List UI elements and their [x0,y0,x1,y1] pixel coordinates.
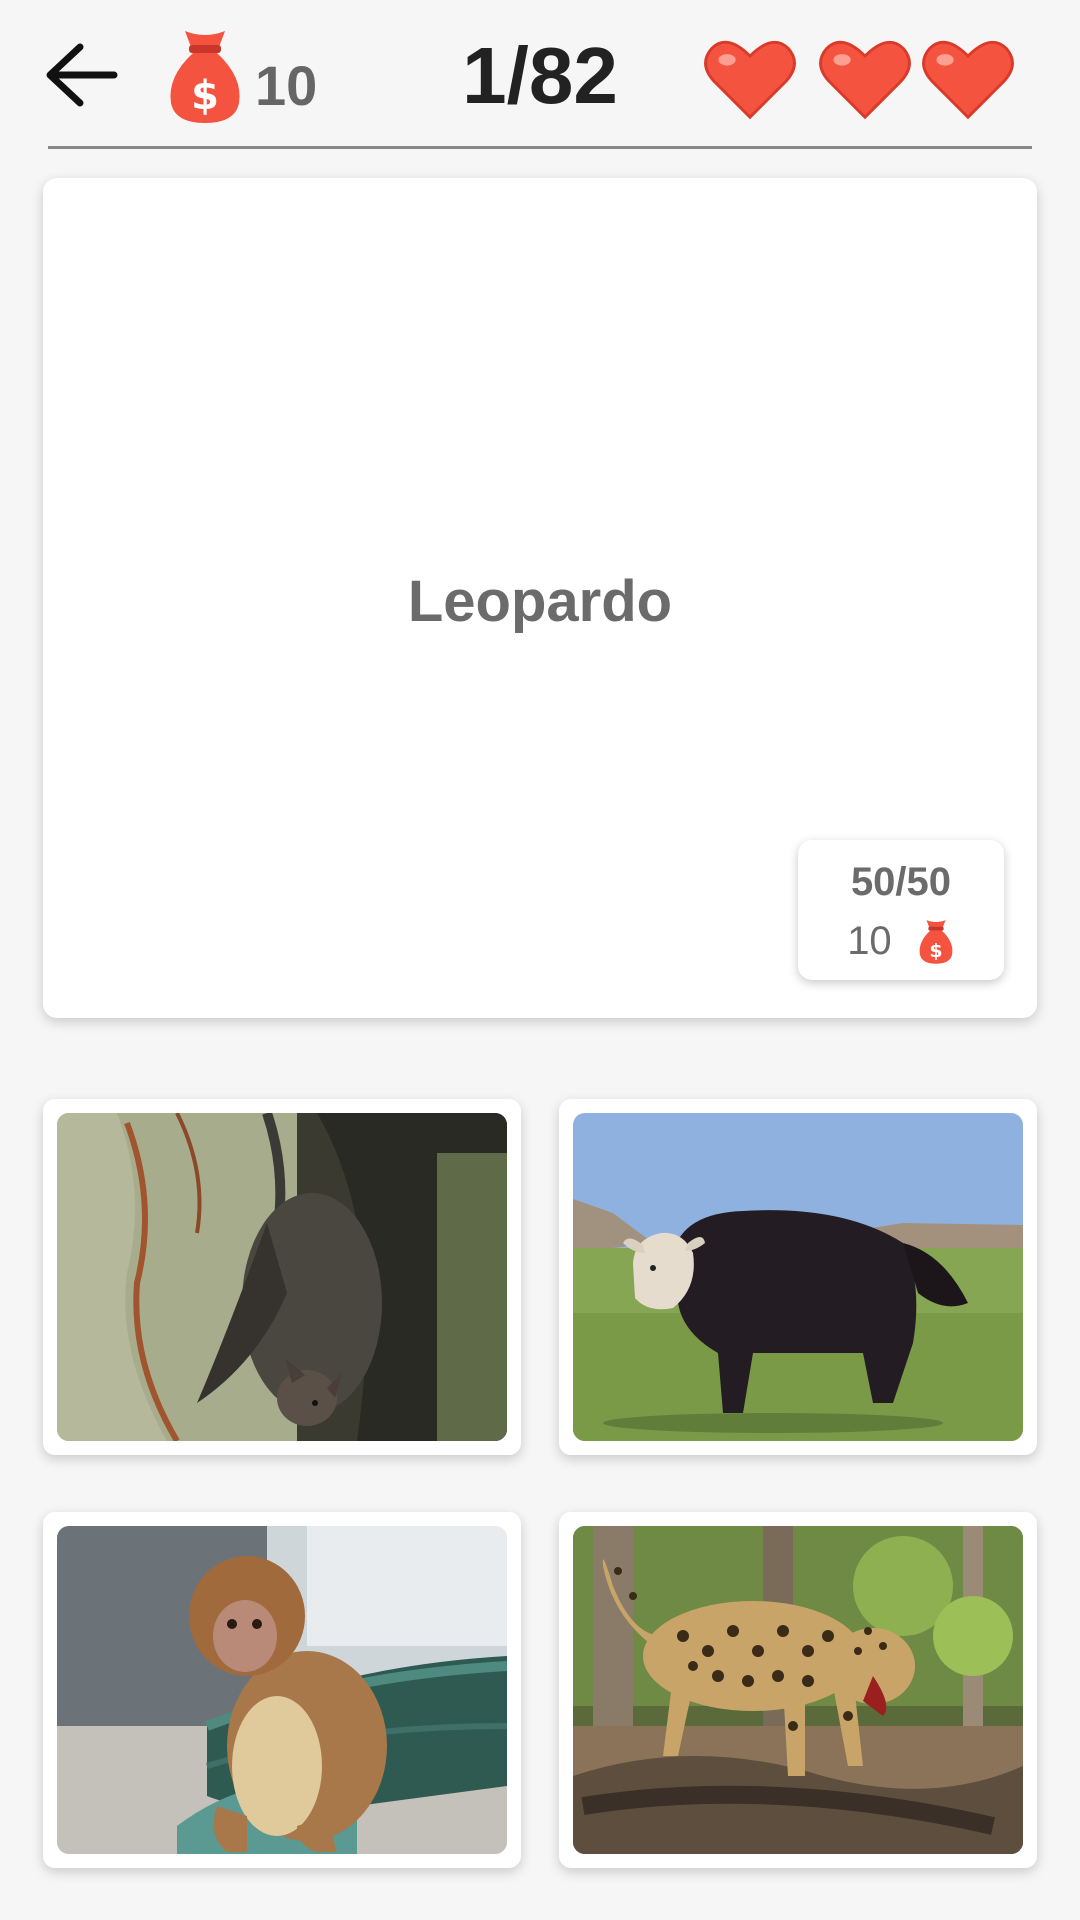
money-bag-icon: $ [919,920,953,964]
answer-option-bat[interactable] [43,1099,521,1455]
question-word: Leopardo [407,569,673,634]
svg-text:$: $ [191,73,219,119]
macaque-photo [57,1526,507,1854]
svg-text:$: $ [929,940,942,962]
coin-balance: $ 10 [165,25,335,125]
back-button[interactable] [40,35,130,115]
answer-option-leopard[interactable] [559,1512,1037,1868]
question-progress: 1/82 [462,31,618,120]
bat-photo [57,1113,507,1441]
heart-icon [922,40,1014,120]
coin-count: 10 [255,54,318,117]
answer-option-yak[interactable] [559,1099,1037,1455]
header-divider [48,146,1032,149]
answer-option-macaque[interactable] [43,1512,521,1868]
fifty-fifty-hint-button[interactable]: 50/50 10 $ [798,840,1004,980]
money-bag-icon: $ [170,31,240,123]
arrow-left-icon [46,43,118,107]
top-bar: $ 10 1/82 [0,0,1080,150]
hint-cost-value: 10 [847,918,892,963]
yak-photo [573,1113,1023,1441]
hint-cost: 10 $ [798,916,1004,966]
hint-label: 50/50 [850,860,952,904]
question-card: Leopardo 50/50 10 $ [43,178,1037,1018]
heart-icon [819,40,911,120]
heart-icon [704,40,796,120]
lives [702,35,1032,125]
leopard-photo [573,1526,1023,1854]
